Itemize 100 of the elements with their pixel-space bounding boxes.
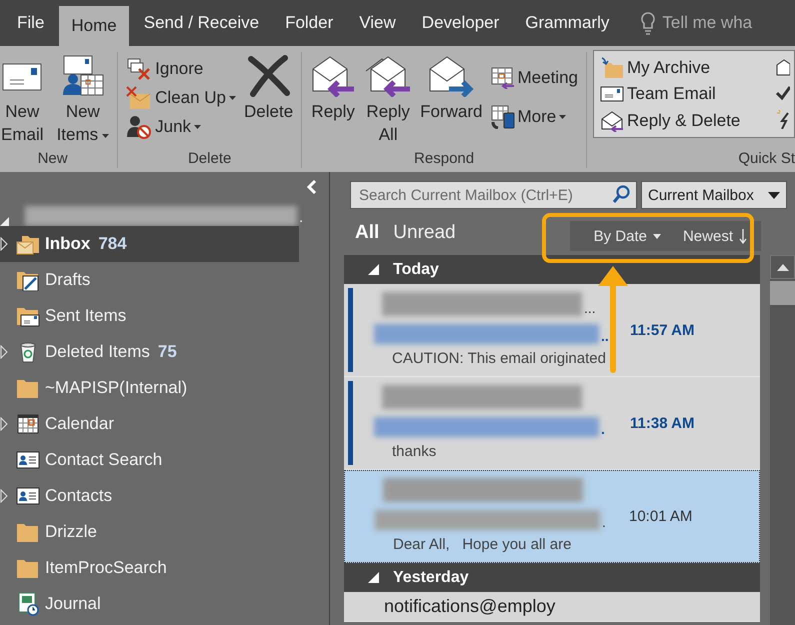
group-label: Today [393, 260, 439, 278]
new-items-icon [60, 55, 105, 97]
quick-step[interactable]: My Archive [598, 56, 768, 78]
cleanup-icon [126, 86, 152, 110]
group-label: New [36, 150, 69, 168]
ribbon-button[interactable]: Reply [308, 52, 358, 150]
ribbon-button[interactable]: Delete [242, 52, 296, 150]
message-preview: thanks [391, 442, 438, 460]
caret-icon [652, 234, 661, 238]
ribbon-button[interactable]: Reply All [362, 52, 414, 150]
folder-item[interactable]: Contact Search [0, 442, 299, 478]
subject-tail: .. [601, 328, 609, 344]
message-item[interactable]: ... .. CAUTION: This email originated 11:57 AM [344, 284, 760, 377]
caret-icon [768, 192, 780, 198]
calendar-icon [17, 414, 39, 434]
folder-icon [16, 377, 40, 399]
folder-item[interactable]: Sent Items [0, 298, 299, 334]
message-preview: CAUTION: This email originated [391, 350, 607, 366]
folder-item[interactable]: Contacts [0, 478, 299, 514]
menu-tab[interactable]: File [6, 0, 56, 46]
unread-count: 784 [98, 234, 127, 254]
contact-card-icon [16, 451, 40, 469]
reply-all-icon [364, 55, 412, 97]
down-arrow-icon [739, 228, 747, 244]
menu-tab[interactable]: Send / Receive [132, 0, 270, 46]
collapse-triangle-icon [368, 264, 379, 275]
ribbon-button[interactable]: Meeting [488, 67, 580, 90]
inbox-icon [16, 233, 40, 255]
group-label: Quick St [737, 150, 795, 168]
quick-step[interactable]: Team Email [598, 84, 768, 104]
contact-card-icon [16, 487, 40, 505]
folder-item[interactable]: Deleted Items 75 [0, 334, 299, 370]
tell-me-field[interactable]: Tell me wha [640, 0, 752, 46]
unread-count: 75 [158, 342, 177, 362]
folder-icon [600, 56, 624, 78]
collapse-triangle-icon [368, 572, 379, 583]
journal-icon [16, 592, 40, 616]
up-arrow-icon [776, 264, 788, 270]
folder-item[interactable]: Journal [0, 586, 299, 622]
folder-item[interactable]: ~MAPISP(Internal) [0, 370, 299, 406]
drafts-icon [16, 269, 40, 291]
menu-tab[interactable]: Folder [274, 0, 344, 46]
message-item[interactable]: . thanks 11:38 AM [344, 377, 760, 470]
folder-item[interactable]: Drizzle [0, 514, 299, 550]
message-time: 11:57 AM [630, 322, 696, 338]
account-name-tail: . [299, 209, 304, 226]
lightning-icon [776, 109, 790, 129]
delete-icon [246, 55, 291, 97]
sort-order-button[interactable]: Newest [682, 228, 747, 244]
meeting-icon [490, 67, 515, 90]
scope-dropdown[interactable]: Current Mailbox [641, 181, 787, 209]
search-field[interactable]: Search Current Mailbox (Ctrl+E) [350, 181, 637, 209]
subject-tail: . [602, 514, 606, 530]
forward-icon [427, 55, 476, 97]
menu-tab[interactable]: Grammarly [514, 0, 620, 46]
message-time: 11:38 AM [630, 414, 696, 432]
subject-tail: . [601, 420, 605, 436]
menu-tab[interactable]: View [348, 0, 407, 46]
reply-icon [600, 110, 624, 132]
folder-item[interactable]: Inbox 784 [0, 226, 299, 262]
junk-icon [126, 115, 152, 139]
ribbon-button[interactable]: Ignore [124, 57, 238, 81]
ribbon-button[interactable]: New Items [54, 52, 112, 150]
scrollbar-thumb[interactable] [770, 281, 795, 305]
sender-name: notifications@employ [383, 595, 556, 617]
menu-tab[interactable]: Home [59, 6, 129, 46]
ribbon-button[interactable]: Forward [418, 52, 485, 150]
sort-field-dropdown[interactable]: By Date [594, 228, 661, 244]
filter-tab[interactable]: Unread [393, 222, 456, 244]
group-label: Delete [186, 150, 232, 168]
message-item[interactable]: . Dear All, Hope you all are 10:01 AM [344, 470, 760, 563]
scroll-up-button[interactable] [770, 255, 795, 279]
more-icon [490, 104, 515, 129]
group-label: Respond [413, 150, 476, 168]
ribbon-button[interactable]: More [488, 104, 580, 129]
folder-icon [16, 521, 40, 543]
menu-tab[interactable]: Developer [410, 0, 510, 46]
group-header[interactable]: Today [344, 255, 760, 284]
reply-icon [310, 55, 356, 97]
folder-item[interactable]: Drafts [0, 262, 299, 298]
group-header[interactable]: Yesterday [344, 563, 760, 592]
filter-tab[interactable]: All [355, 222, 380, 244]
folder-icon [16, 557, 40, 579]
message-item[interactable]: notifications@employ [344, 592, 760, 622]
folder-item[interactable]: ItemProcSearch [0, 550, 299, 586]
group-label: Yesterday [393, 568, 469, 586]
quick-step[interactable]: Reply & Delete [598, 110, 768, 132]
search-icon [612, 185, 630, 205]
ribbon-button[interactable]: New Email [0, 52, 51, 150]
expand-triangle-icon [0, 217, 9, 226]
sent-items-icon [16, 305, 40, 327]
ribbon-button[interactable]: Junk [124, 115, 238, 139]
collapse-icon [307, 180, 317, 194]
ignore-icon [126, 57, 152, 81]
folder-item[interactable]: Calendar [0, 406, 299, 442]
message-preview: Dear All, Hope you all are [392, 536, 572, 553]
lightbulb-icon [640, 11, 656, 35]
message-time: 10:01 AM [629, 508, 694, 525]
ribbon-button[interactable]: Clean Up [124, 86, 238, 110]
checkmark-icon [776, 85, 790, 101]
